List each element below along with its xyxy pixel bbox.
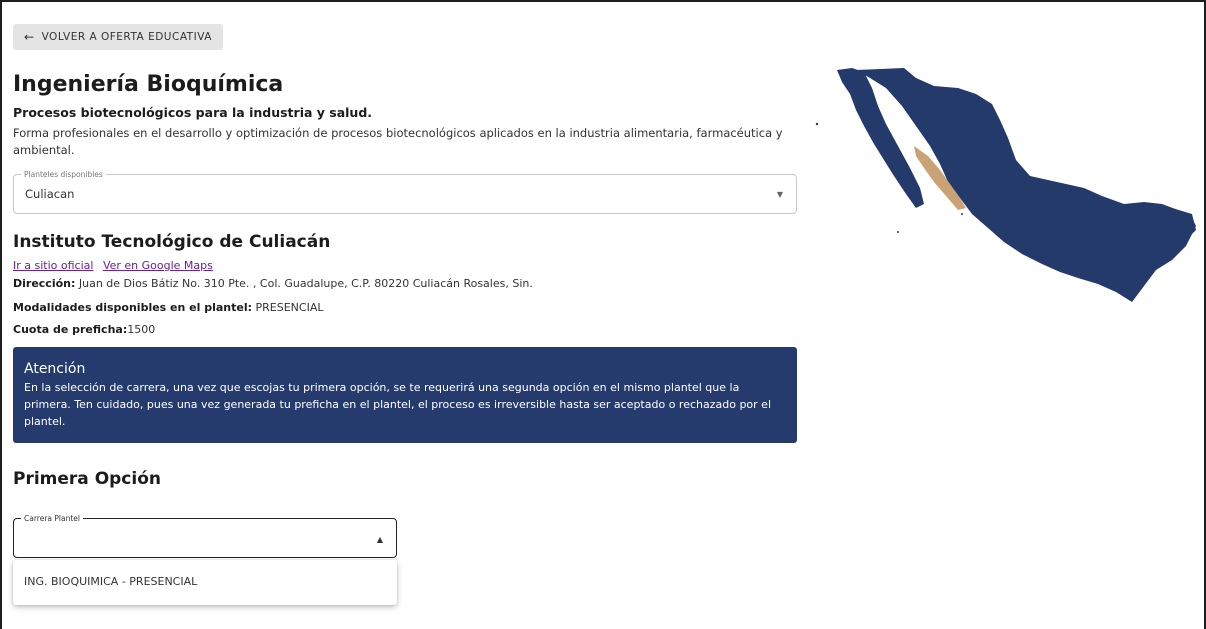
carrera-dropdown-menu: ING. BIOQUIMICA - PRESENCIAL bbox=[13, 560, 397, 605]
carrera-plantel-select[interactable]: Carrera Plantel ▲ bbox=[13, 513, 397, 558]
program-title: Ingeniería Bioquímica bbox=[13, 72, 284, 97]
dropdown-option[interactable]: ING. BIOQUIMICA - PRESENCIAL bbox=[24, 575, 197, 588]
program-description: Forma profesionales en el desarrollo y o… bbox=[13, 126, 783, 157]
modalities-line: Modalidades disponibles en el plantel: P… bbox=[13, 301, 324, 314]
mexico-map bbox=[815, 68, 1196, 302]
back-to-offer-button[interactable]: ← VOLVER A OFERTA EDUCATIVA bbox=[13, 24, 223, 50]
plantel-select-value: Culiacan bbox=[25, 187, 75, 201]
address-line: Dirección: Juan de Dios Bátiz No. 310 Pt… bbox=[13, 277, 533, 290]
modalities-label: Modalidades disponibles en el plantel: bbox=[13, 301, 253, 314]
plantel-select[interactable]: Planteles disponibles Culiacan ▼ bbox=[13, 169, 797, 214]
address-value: Juan de Dios Bátiz No. 310 Pte. , Col. G… bbox=[75, 277, 533, 290]
first-option-title: Primera Opción bbox=[13, 469, 161, 489]
institute-name: Instituto Tecnológico de Culiacán bbox=[13, 232, 331, 252]
carrera-select-legend: Carrera Plantel bbox=[21, 513, 83, 524]
address-label: Dirección: bbox=[13, 277, 76, 290]
back-button-label: VOLVER A OFERTA EDUCATIVA bbox=[41, 31, 212, 43]
fee-line: Cuota de preficha:1500 bbox=[13, 323, 155, 336]
chevron-up-icon: ▲ bbox=[376, 535, 383, 544]
mexico-base-shape bbox=[837, 68, 1196, 302]
google-maps-link[interactable]: Ver en Google Maps bbox=[103, 259, 213, 272]
modalities-value: PRESENCIAL bbox=[252, 301, 324, 314]
plantel-select-legend: Planteles disponibles bbox=[21, 169, 106, 180]
fee-label: Cuota de preficha: bbox=[13, 323, 128, 336]
official-site-link[interactable]: Ir a sitio oficial bbox=[13, 259, 93, 272]
program-subtitle: Procesos biotecnológicos para la industr… bbox=[13, 105, 373, 120]
attention-alert: Atención En la selección de carrera, una… bbox=[13, 347, 797, 443]
alert-body: En la selección de carrera, una vez que … bbox=[24, 381, 772, 428]
alert-title: Atención bbox=[24, 361, 86, 377]
fee-value: 1500 bbox=[127, 323, 156, 336]
arrow-left-icon: ← bbox=[24, 30, 35, 44]
chevron-down-icon: ▼ bbox=[776, 190, 783, 199]
institute-links: Ir a sitio oficial Ver en Google Maps bbox=[13, 259, 219, 272]
